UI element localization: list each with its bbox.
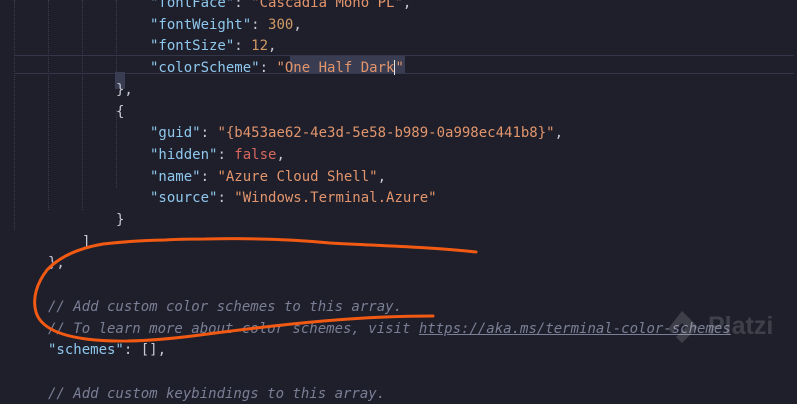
token-punc: {	[116, 103, 125, 120]
token-punc: },	[48, 255, 65, 272]
code-line[interactable]: "schemes": [],	[48, 341, 166, 360]
token-num: 12	[251, 38, 269, 55]
token-punc: :	[217, 146, 235, 163]
code-line[interactable]: "fontFace": "Cascadia Mono PL",	[150, 0, 411, 13]
token-comment: // Add custom color schemes to this arra…	[48, 298, 403, 315]
token-punc: : [],	[123, 342, 167, 359]
token-num: 300	[268, 16, 294, 33]
token-key: "schemes"	[48, 342, 124, 359]
token-punc: ,	[402, 0, 412, 11]
indent-guide	[48, 0, 49, 210]
token-str: "Azure Cloud Shell"	[217, 168, 378, 185]
code-line[interactable]: "source": "Windows.Terminal.Azure"	[150, 189, 437, 208]
token-key: "fontFace"	[150, 0, 235, 11]
token-key: "name"	[150, 168, 201, 185]
code-line[interactable]: },	[116, 81, 133, 100]
code-line[interactable]: }	[116, 211, 124, 230]
token-punc: ,	[377, 168, 387, 185]
token-punc: ,	[554, 125, 564, 142]
indent-guide	[82, 0, 83, 210]
code-line[interactable]: {	[116, 103, 124, 122]
watermark-text: Platzi	[708, 312, 774, 340]
platzi-watermark: Platzi	[662, 308, 792, 348]
code-line[interactable]: "name": "Azure Cloud Shell",	[150, 168, 386, 187]
token-punc: ,	[293, 16, 302, 33]
token-punc: :	[200, 168, 218, 185]
token-punc: ,	[276, 146, 285, 163]
token-punc: },	[116, 81, 133, 98]
token-str: "	[395, 60, 404, 77]
code-line[interactable]: ]	[82, 233, 90, 252]
token-key: "guid"	[150, 125, 201, 142]
token-punc: :	[217, 190, 235, 207]
token-punc: :	[259, 60, 277, 77]
token-punc: :	[234, 0, 252, 11]
code-editor[interactable]: "fontFace": "Cascadia Mono PL", "fontWeig…	[0, 0, 797, 402]
token-punc: :	[251, 16, 269, 33]
code-line[interactable]: // Add custom color schemes to this arra…	[48, 298, 402, 317]
token-key: "source"	[150, 190, 218, 207]
token-str: "Windows.Terminal.Azure"	[234, 190, 437, 207]
code-line[interactable]: "fontWeight": 300,	[150, 16, 302, 35]
token-key: "fontSize"	[150, 38, 235, 55]
token-bool: false	[234, 146, 277, 163]
token-comment: // To learn more about color schemes, vi…	[48, 320, 419, 337]
token-comment: // Add custom keybindings to this array.	[48, 385, 386, 402]
token-str: "One Half Dark	[276, 60, 395, 77]
token-key: "hidden"	[150, 146, 218, 163]
code-line[interactable]: "guid": "{b453ae62-4e3d-5e58-b989-0a998e…	[150, 124, 563, 143]
indent-guide	[116, 110, 117, 188]
code-line[interactable]: },	[48, 254, 65, 273]
token-str: "Cascadia Mono PL"	[251, 0, 403, 11]
token-key: "fontWeight"	[150, 16, 252, 33]
token-str: "{b453ae62-4e3d-5e58-b989-0a998ec441b8}"	[217, 125, 555, 142]
token-punc: }	[116, 212, 125, 228]
token-punc: ]	[82, 233, 91, 250]
token-key: "colorScheme"	[150, 60, 260, 77]
code-line[interactable]: // Add custom keybindings to this array.	[48, 385, 385, 404]
platzi-logo-icon	[668, 311, 698, 343]
token-punc: :	[200, 125, 218, 142]
indent-guide	[14, 0, 15, 230]
code-line[interactable]: "colorScheme": "One Half Dark"	[150, 59, 404, 78]
code-line[interactable]: "fontSize": 12,	[150, 37, 276, 56]
token-punc: ,	[268, 38, 277, 55]
code-line[interactable]: // To learn more about color schemes, vi…	[48, 320, 731, 339]
code-line[interactable]: "hidden": false,	[150, 146, 285, 165]
token-punc: :	[234, 38, 252, 55]
